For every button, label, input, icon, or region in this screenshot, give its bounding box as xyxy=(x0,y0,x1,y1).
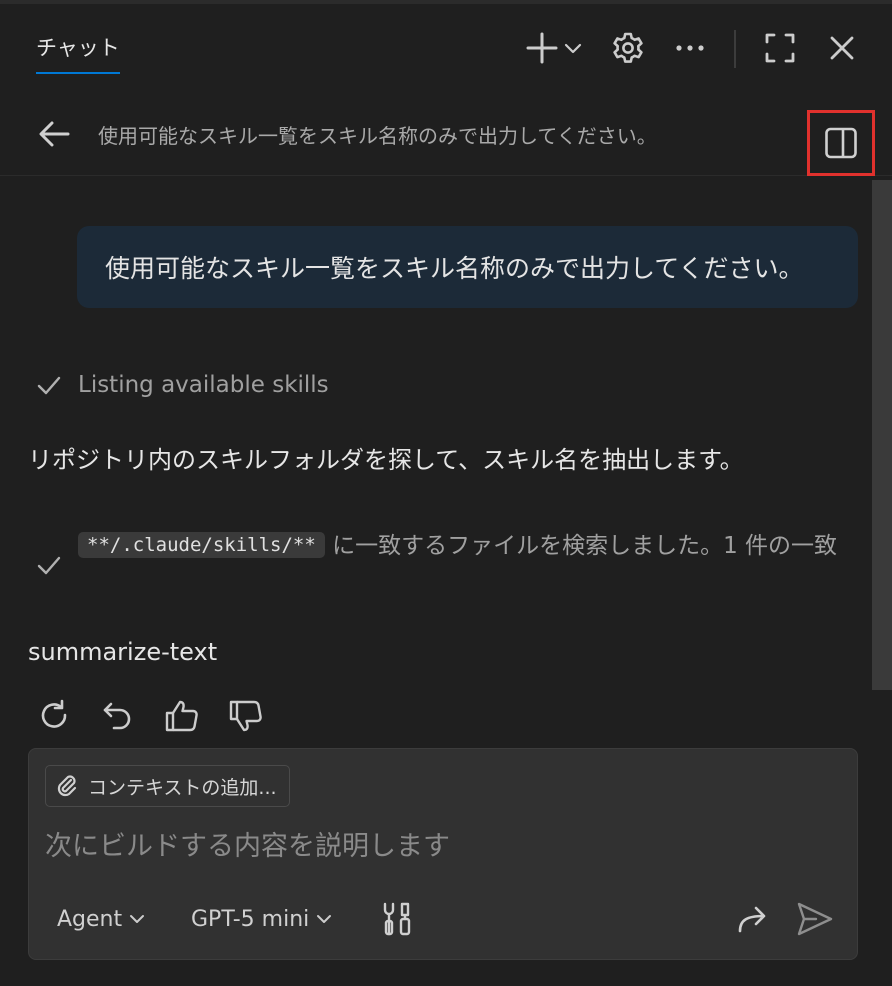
mode-picker-label: Agent xyxy=(57,906,123,932)
maximize-icon xyxy=(765,33,795,63)
add-context-button[interactable]: コンテキストの追加... xyxy=(45,765,290,807)
send-button[interactable] xyxy=(795,899,835,939)
delegate-button[interactable] xyxy=(735,902,771,938)
result-text: summarize-text xyxy=(28,638,218,666)
gear-icon xyxy=(613,32,643,63)
chat-prompt-input[interactable] xyxy=(45,831,835,862)
chevron-down-icon xyxy=(317,915,332,923)
close-button[interactable] xyxy=(820,26,864,70)
new-chat-button[interactable] xyxy=(518,26,590,70)
check-icon xyxy=(37,556,61,575)
mode-picker[interactable]: Agent xyxy=(57,901,146,937)
model-picker-label: GPT-5 mini xyxy=(191,906,310,932)
forward-arrow-icon xyxy=(738,906,766,933)
progress-step-label: Listing available skills xyxy=(78,372,329,398)
model-picker[interactable]: GPT-5 mini xyxy=(191,901,333,937)
close-icon xyxy=(830,36,854,60)
chat-input-box: コンテキストの追加... Agent GPT-5 mini xyxy=(28,748,858,960)
check-icon xyxy=(37,376,61,395)
split-layout-icon xyxy=(825,127,857,159)
undo-button[interactable] xyxy=(100,698,136,734)
thumbs-up-icon xyxy=(165,700,198,732)
thumbs-up-button[interactable] xyxy=(164,698,200,734)
thumbs-down-button[interactable] xyxy=(228,698,264,734)
chevron-down-icon xyxy=(564,43,582,54)
user-message-text: 使用可能なスキル一覧をスキル名称のみで出力してください。 xyxy=(105,254,804,283)
maximize-button[interactable] xyxy=(758,26,802,70)
assistant-text: リポジトリ内のスキルフォルダを探して、スキル名を抽出します。 xyxy=(28,446,744,474)
file-search-text: **/.claude/skills/** に一致するファイルを検索しました。1 … xyxy=(78,524,858,568)
paperclip-icon xyxy=(57,775,77,797)
more-actions-button[interactable] xyxy=(668,26,712,70)
undo-icon xyxy=(103,702,131,730)
ellipsis-icon xyxy=(676,45,704,51)
refresh-icon xyxy=(41,699,67,728)
session-title: 使用可能なスキル一覧をスキル名称のみで出力してください。 xyxy=(98,124,657,148)
add-context-label: コンテキストの追加... xyxy=(88,776,277,799)
thumbs-down-icon xyxy=(229,700,262,732)
search-result-text: に一致するファイルを検索しました。1 件の一致 xyxy=(324,533,838,559)
chat-panel: チャット 使用可能なスキル一覧をスキル名称のみで出力してください。 使用可能なス… xyxy=(0,0,892,986)
conversation-scrollbar[interactable] xyxy=(872,180,892,690)
progress-step[interactable]: Listing available skills xyxy=(36,372,329,398)
titlebar-separator xyxy=(734,30,736,68)
toggle-panel-layout-button[interactable] xyxy=(807,110,875,176)
response-actions xyxy=(36,698,264,734)
session-bar: 使用可能なスキル一覧をスキル名称のみで出力してください。 xyxy=(0,90,892,176)
back-button[interactable] xyxy=(34,114,74,154)
settings-button[interactable] xyxy=(606,26,650,70)
configure-tools-button[interactable] xyxy=(379,901,415,937)
plus-icon xyxy=(526,32,558,64)
arrow-left-icon xyxy=(39,121,70,147)
tools-icon xyxy=(383,902,411,936)
user-message: 使用可能なスキル一覧をスキル名称のみで出力してください。 xyxy=(77,226,858,308)
search-pattern-chip: **/.claude/skills/** xyxy=(78,532,325,558)
chat-titlebar: チャット xyxy=(0,4,892,90)
send-icon xyxy=(797,902,833,936)
tab-chat[interactable]: チャット xyxy=(36,32,120,74)
chevron-down-icon xyxy=(130,915,145,923)
retry-button[interactable] xyxy=(36,698,72,734)
